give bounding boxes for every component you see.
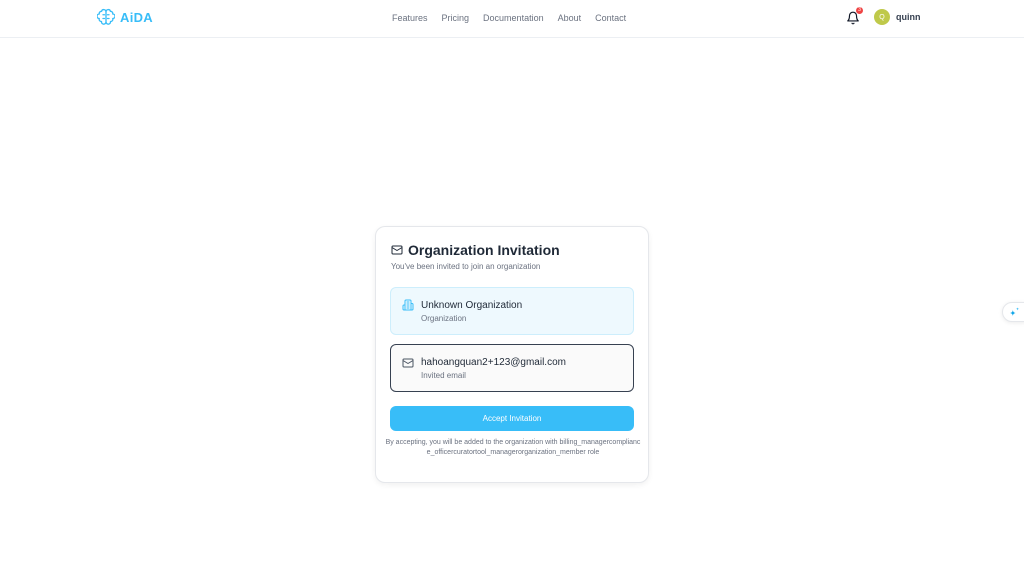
mail-icon [391,245,403,255]
user-menu[interactable]: Q quinn [874,9,921,25]
nav-link-contact[interactable]: Contact [595,12,626,24]
role-note: By accepting, you will be added to the o… [385,439,641,456]
organization-label: Organization [421,314,467,323]
page-title: Organization Invitation [408,242,560,258]
organization-name: Unknown Organization [421,300,523,311]
card-header: Organization Invitation [391,242,560,258]
assistant-widget-button[interactable] [1002,302,1024,322]
brain-icon [97,8,115,25]
nav-link-documentation[interactable]: Documentation [483,12,544,24]
invited-email-value: hahoangquan2+123@gmail.com [421,357,566,368]
main-nav: Features Pricing Documentation About Con… [392,12,626,24]
card-subtitle: You've been invited to join an organizat… [391,262,541,271]
organization-info: Unknown Organization Organization [390,287,634,335]
nav-link-features[interactable]: Features [392,12,428,24]
nav-link-pricing[interactable]: Pricing [442,12,470,24]
logo[interactable]: AiDA [97,8,153,26]
invitation-card: Organization Invitation You've been invi… [375,226,649,483]
mail-icon [402,358,414,368]
logo-text: AiDA [120,9,153,25]
invited-email-label: Invited email [421,371,466,380]
accept-invitation-button[interactable]: Accept Invitation [390,406,634,431]
sparkle-icon [1009,307,1020,317]
nav-link-about[interactable]: About [558,12,582,24]
building-icon [402,299,414,311]
avatar: Q [874,9,890,25]
notification-badge: 3 [856,7,863,14]
top-navbar: AiDA Features Pricing Documentation Abou… [0,0,1024,38]
username: quinn [896,12,921,22]
invited-email-info: hahoangquan2+123@gmail.com Invited email [390,344,634,392]
